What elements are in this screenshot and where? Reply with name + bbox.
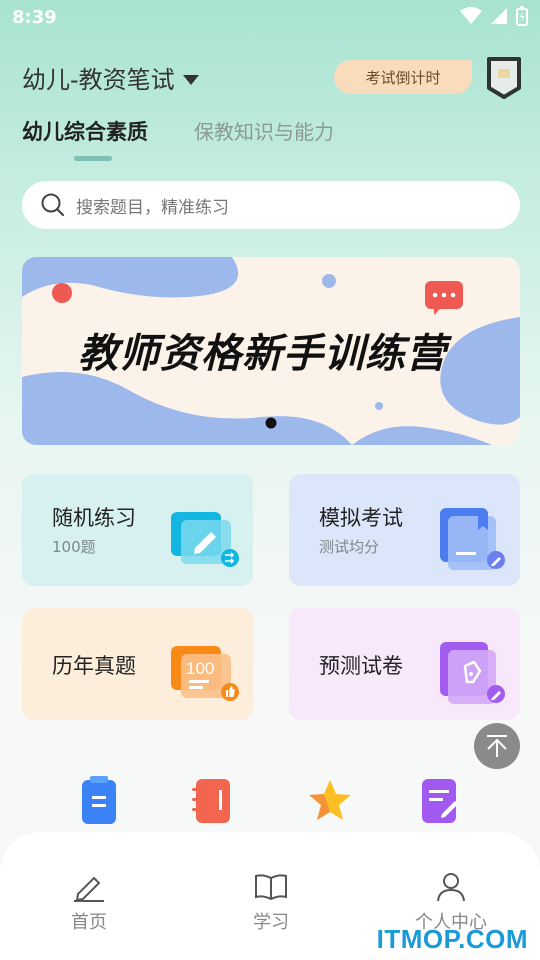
card-subtitle: 测试均分 xyxy=(319,538,380,556)
exam-selector-label: 幼儿-教资笔试 xyxy=(22,66,175,94)
caret-down-icon xyxy=(182,74,199,85)
star-icon xyxy=(309,780,351,820)
pen-nib-icon xyxy=(440,642,505,704)
score-text: 100 xyxy=(186,659,214,678)
shield-badge-icon[interactable] xyxy=(486,56,522,100)
pencil-icon xyxy=(74,876,104,902)
nav-label: 学习 xyxy=(253,912,289,933)
countdown-label: 考试倒计时 xyxy=(365,68,441,87)
exam-selector[interactable]: 幼儿-教资笔试 xyxy=(22,60,199,95)
edit-shuffle-icon xyxy=(171,512,239,567)
status-icons xyxy=(460,6,528,26)
open-book-icon xyxy=(255,874,287,901)
banner-title: 教师资格新手训练营 xyxy=(78,331,447,377)
card-label: 预测试卷 xyxy=(319,654,403,678)
predicted-papers-card[interactable]: 预测试卷 xyxy=(289,608,520,720)
card-label: 历年真题 xyxy=(52,654,136,678)
search-placeholder: 搜索题目，精准练习 xyxy=(76,197,229,218)
document-edit-icon xyxy=(422,779,458,823)
card-label: 随机练习 xyxy=(52,506,136,530)
watermark-text: ITMOP.COM xyxy=(376,924,528,954)
signal-icon xyxy=(491,8,507,24)
tool-shortcuts xyxy=(0,776,540,826)
score-thumbs-up-icon: 100 xyxy=(171,646,239,701)
person-icon xyxy=(437,873,465,902)
card-subtitle: 100题 xyxy=(52,538,96,556)
status-time: 8:39 xyxy=(12,7,57,28)
search-bar[interactable]: 搜索题目，精准练习 xyxy=(22,181,520,229)
header: 幼儿-教资笔试 考试倒计时 xyxy=(22,56,522,100)
tab-care-teaching-knowledge[interactable]: 保教知识与能力 xyxy=(194,116,334,145)
clipboard-icon xyxy=(82,776,116,824)
notebook-icon xyxy=(192,779,230,823)
back-to-top-button[interactable] xyxy=(474,723,520,769)
nav-study[interactable]: 学习 xyxy=(226,872,316,934)
notes-tool[interactable] xyxy=(78,776,122,826)
arrow-up-icon xyxy=(487,735,507,757)
tab-early-childhood-quality[interactable]: 幼儿综合素质 xyxy=(22,116,148,146)
search-icon xyxy=(41,193,65,217)
past-papers-card[interactable]: 历年真题 100 xyxy=(22,608,253,720)
book-edit-icon xyxy=(440,508,505,570)
bottom-navigation: 首页 学习 个人中心 ITMOP.COM xyxy=(0,832,540,960)
random-practice-card[interactable]: 随机练习 100题 xyxy=(22,474,253,586)
promo-banner[interactable]: 教师资格新手训练营 xyxy=(22,257,520,445)
nav-home[interactable]: 首页 xyxy=(44,872,134,934)
exam-record-tool[interactable] xyxy=(418,776,462,826)
tab-indicator xyxy=(74,156,112,161)
mock-exam-card[interactable]: 模拟考试 测试均分 xyxy=(289,474,520,586)
subject-tabs: 幼儿综合素质 保教知识与能力 xyxy=(22,116,522,166)
notebook-tool[interactable] xyxy=(192,776,236,826)
card-label: 模拟考试 xyxy=(319,506,403,530)
countdown-button[interactable]: 考试倒计时 xyxy=(334,60,472,94)
nav-label: 首页 xyxy=(71,912,107,933)
battery-icon xyxy=(516,6,528,26)
favorites-tool[interactable] xyxy=(306,776,351,826)
wifi-icon xyxy=(460,7,482,24)
status-bar: 8:39 xyxy=(0,0,540,36)
